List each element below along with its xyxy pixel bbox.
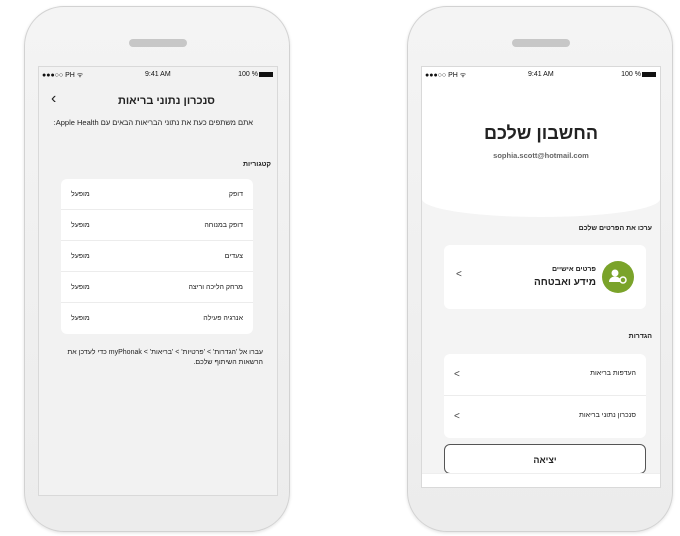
row-state: מופעל bbox=[71, 190, 90, 198]
page-title: סנכרון נתוני בריאות bbox=[117, 95, 215, 107]
category-row[interactable]: מופעל צעדים bbox=[61, 241, 253, 272]
logout-button[interactable]: יציאה bbox=[444, 444, 646, 474]
phone-left: ●●●○○ PH ᯤ 9:41 AM 100 % ‹ סנכרון נתוני … bbox=[24, 6, 290, 532]
account-header: ●●●○○ PH ᯤ 9:41 AM 100 % החשבון שלכם sop… bbox=[422, 67, 660, 217]
account-email: sophia.scott@hotmail.com bbox=[493, 151, 589, 160]
row-name: מרחק הליכה וריצה bbox=[188, 283, 243, 291]
clock: 9:41 AM bbox=[145, 71, 171, 78]
section-settings: הגדרות bbox=[628, 333, 652, 340]
card-title: מידע ואבטחה bbox=[534, 277, 596, 288]
settings-row-label: העדפות בריאות bbox=[590, 370, 636, 377]
row-state: מופעל bbox=[71, 315, 90, 322]
account-title: החשבון שלכם bbox=[484, 123, 598, 143]
card-subtitle: פרטים אישיים bbox=[551, 266, 596, 273]
status-bar: ●●●○○ PH ᯤ 9:41 AM 100 % bbox=[422, 67, 660, 83]
intro-text: אתם משתפים כעת את נתוני הבריאות הבאים עם… bbox=[53, 118, 253, 127]
row-state: מופעל bbox=[71, 221, 90, 229]
carrier: ●●●○○ PH ᯤ bbox=[425, 72, 467, 79]
battery: 100 % bbox=[621, 71, 656, 78]
chevron-left-icon: < bbox=[456, 269, 462, 280]
row-name: דופק במנוחה bbox=[204, 221, 243, 229]
screen-health-sync: ●●●○○ PH ᯤ 9:41 AM 100 % ‹ סנכרון נתוני … bbox=[38, 66, 278, 496]
row-state: מופעל bbox=[71, 252, 90, 260]
chevron-left-icon: < bbox=[454, 369, 460, 380]
user-settings-icon bbox=[602, 261, 634, 293]
settings-row-health-sync[interactable]: סנכרון נתוני בריאות < bbox=[444, 396, 646, 438]
status-bar: ●●●○○ PH ᯤ 9:41 AM 100 % bbox=[39, 67, 277, 83]
section-edit-details: ערכו את הפרטים שלכם bbox=[578, 225, 652, 232]
nav-bar: ‹ סנכרון נתוני בריאות bbox=[39, 83, 277, 113]
battery-icon bbox=[642, 71, 656, 77]
back-icon[interactable]: ‹ bbox=[51, 90, 56, 108]
row-name: צעדים bbox=[224, 252, 243, 260]
chevron-left-icon: < bbox=[454, 411, 460, 422]
category-list: מופעל דופק מופעל דופק במנוחה מופעל צעדים מו… bbox=[61, 179, 253, 334]
settings-list: העדפות בריאות < סנכרון נתוני בריאות < bbox=[444, 354, 646, 438]
carrier: ●●●○○ PH ᯤ bbox=[42, 72, 84, 79]
section-categories: קטגוריות bbox=[243, 161, 271, 168]
tab-bar bbox=[422, 473, 660, 487]
speaker bbox=[129, 39, 187, 47]
battery-icon bbox=[259, 71, 273, 77]
settings-row-label: סנכרון נתוני בריאות bbox=[579, 412, 636, 419]
battery: 100 % bbox=[238, 71, 273, 78]
category-row[interactable]: מופעל דופק bbox=[61, 179, 253, 210]
category-row[interactable]: מופעל אנרגיה פעילה bbox=[61, 303, 253, 334]
category-row[interactable]: מופעל מרחק הליכה וריצה bbox=[61, 272, 253, 303]
row-state: מופעל bbox=[71, 283, 90, 291]
battery-label: 100 % bbox=[238, 71, 258, 78]
personal-details-card[interactable]: פרטים אישיים מידע ואבטחה < bbox=[444, 245, 646, 309]
speaker bbox=[512, 39, 570, 47]
row-name: אנרגיה פעילה bbox=[203, 315, 243, 322]
screen-account: ●●●○○ PH ᯤ 9:41 AM 100 % החשבון שלכם sop… bbox=[421, 66, 661, 488]
category-row[interactable]: מופעל דופק במנוחה bbox=[61, 210, 253, 241]
row-name: דופק bbox=[228, 190, 243, 198]
phone-right: ●●●○○ PH ᯤ 9:41 AM 100 % החשבון שלכם sop… bbox=[407, 6, 673, 532]
settings-note: עברו אל 'הגדרות' > 'פרטיות' > 'בריאות' >… bbox=[67, 349, 263, 366]
battery-label: 100 % bbox=[621, 71, 641, 78]
settings-row-health-preferences[interactable]: העדפות בריאות < bbox=[444, 354, 646, 396]
clock: 9:41 AM bbox=[528, 71, 554, 78]
